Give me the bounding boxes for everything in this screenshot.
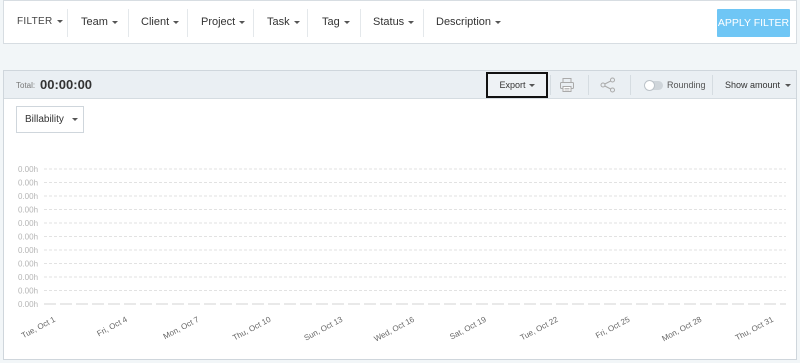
y-tick-label: 0.00h <box>18 219 38 228</box>
team-filter[interactable]: Team <box>81 1 118 43</box>
chevron-down-icon <box>408 20 415 24</box>
x-tick-label: Tue, Oct 1 <box>20 315 57 341</box>
x-tick-label: Thu, Oct 31 <box>734 315 776 343</box>
filter-dropdown[interactable]: FILTER <box>17 1 63 43</box>
y-tick-label: 0.00h <box>18 246 38 255</box>
y-tick-label: 0.00h <box>18 273 38 282</box>
chevron-down-icon <box>111 20 118 24</box>
apply-filter-button[interactable]: APPLY FILTER <box>717 9 790 37</box>
client-label: Client <box>141 16 170 28</box>
project-filter[interactable]: Project <box>201 1 246 43</box>
y-tick-label: 0.00h <box>18 192 38 201</box>
description-label: Description <box>436 16 492 28</box>
y-tick-label: 0.00h <box>18 233 38 242</box>
divider <box>307 9 308 37</box>
y-tick-label: 0.00h <box>18 300 38 309</box>
x-tick-label: Wed, Oct 16 <box>373 315 417 344</box>
x-tick-label: Fri, Oct 25 <box>594 315 632 341</box>
tag-label: Tag <box>322 16 340 28</box>
chevron-down-icon <box>495 20 502 24</box>
divider <box>253 9 254 37</box>
chevron-down-icon <box>173 20 180 24</box>
x-tick-label: Sun, Oct 13 <box>303 315 345 343</box>
tag-filter[interactable]: Tag <box>322 1 350 43</box>
divider <box>423 9 424 37</box>
filter-bar: FILTER Team Client Project Task Tag Stat… <box>3 0 797 44</box>
project-label: Project <box>201 16 236 28</box>
team-label: Team <box>81 16 108 28</box>
x-tick-label: Thu, Oct 10 <box>231 315 273 343</box>
chevron-down-icon <box>56 19 63 23</box>
chevron-down-icon <box>239 20 246 24</box>
x-tick-label: Fri, Oct 4 <box>95 315 129 339</box>
y-tick-label: 0.00h <box>18 206 38 215</box>
description-filter[interactable]: Description <box>436 1 502 43</box>
y-tick-label: 0.00h <box>18 287 38 296</box>
divider <box>128 9 129 37</box>
filter-label: FILTER <box>17 16 53 27</box>
x-tick-label: Tue, Oct 22 <box>519 315 560 343</box>
chevron-down-icon <box>343 20 350 24</box>
report-panel: Total: 00:00:00 Export Rounding Show amo… <box>3 70 797 360</box>
task-label: Task <box>267 16 290 28</box>
task-filter[interactable]: Task <box>267 1 300 43</box>
status-filter[interactable]: Status <box>373 1 415 43</box>
y-tick-label: 0.00h <box>18 260 38 269</box>
x-tick-label: Sat, Oct 19 <box>448 315 488 342</box>
divider <box>187 9 188 37</box>
divider <box>360 9 361 37</box>
x-tick-label: Mon, Oct 7 <box>162 315 201 342</box>
chevron-down-icon <box>293 20 300 24</box>
y-tick-label: 0.00h <box>18 179 38 188</box>
billability-chart: 0.00h 0.00h 0.00h 0.00h 0.00h 0.00h 0.00h 0.00h… <box>18 165 786 344</box>
client-filter[interactable]: Client <box>141 1 180 43</box>
x-tick-label: Mon, Oct 28 <box>660 315 703 344</box>
status-label: Status <box>373 16 405 28</box>
divider <box>67 9 68 37</box>
y-tick-label: 0.00h <box>18 165 38 174</box>
